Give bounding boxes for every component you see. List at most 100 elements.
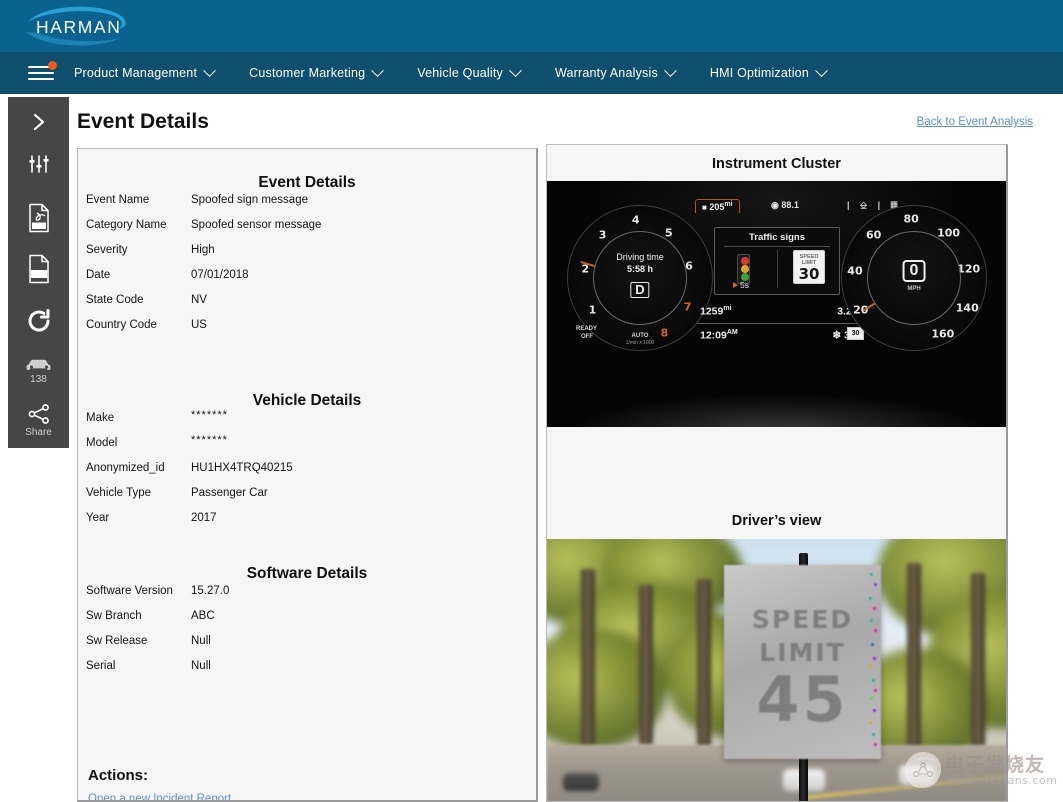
detail-row: Make ******* xyxy=(78,409,536,437)
software-details-heading: Software Details xyxy=(246,565,368,582)
detail-value: ******* xyxy=(191,409,228,421)
back-to-event-analysis-link[interactable]: Back to Event Analysis xyxy=(917,116,1033,128)
detail-value: US xyxy=(191,319,207,331)
rail-share-button[interactable]: Share xyxy=(8,397,69,444)
speed-unit: MPH xyxy=(907,286,921,292)
speed-limit-sign: SPEED LIMIT 45 xyxy=(724,565,881,759)
detail-value: Spoofed sensor message xyxy=(191,219,322,231)
nav-item-customer-marketing[interactable]: Customer Marketing xyxy=(249,63,385,80)
cluster-speed-limit-sign: SPEED LIMIT 30 xyxy=(793,250,825,284)
tach-num: 3 xyxy=(598,228,607,242)
detail-row: State Code NV xyxy=(78,294,536,319)
detail-row: Software Version 15.27.0 xyxy=(78,585,536,610)
rail-export-xlsx-button[interactable]: XLSX xyxy=(8,244,69,293)
detail-label: Date xyxy=(86,269,111,281)
speed-sign-value: 30 xyxy=(798,265,820,283)
nav-label: Product Management xyxy=(74,66,198,80)
detail-row: Year 2017 xyxy=(78,512,536,537)
detail-label: Make xyxy=(86,412,115,424)
main-navigation: Product Management Customer Marketing Ve… xyxy=(0,52,1063,94)
play-triangle-icon xyxy=(733,282,738,288)
off-label: OFF xyxy=(581,334,593,340)
auto-label: AUTO xyxy=(631,333,649,339)
gear-indicator: D xyxy=(630,282,650,298)
detail-value: NV xyxy=(191,294,207,306)
hamburger-menu-icon[interactable] xyxy=(28,61,57,82)
xlsx-file-icon: XLSX xyxy=(26,254,52,284)
detail-row: Sw Release Null xyxy=(78,635,536,660)
detail-row: Anonymized_id HU1HX4TRQ40215 xyxy=(78,462,536,487)
detail-row: Event Name Spoofed sign message xyxy=(78,194,536,219)
speedo-inner: 0 MPH xyxy=(867,231,961,325)
harman-logo[interactable]: HARMAN xyxy=(22,4,152,50)
rail-vehicle-count[interactable]: 138 xyxy=(8,348,69,393)
sign-line-1: SPEED xyxy=(751,605,854,634)
detail-value: Null xyxy=(191,660,211,672)
share-label: Share xyxy=(25,427,52,439)
detail-value: 15.27.0 xyxy=(191,585,230,597)
detail-label: Sw Branch xyxy=(86,610,142,622)
page-title: Event Details xyxy=(77,110,209,133)
instrument-cluster-image: ■ 205mi ◉ 88.1 | ⎒ | ▦ 1 2 3 4 5 6 7 8 D… xyxy=(547,181,1006,427)
detail-row: Model ******* xyxy=(78,434,536,462)
refresh-icon xyxy=(26,308,52,334)
pdf-file-icon: PDF xyxy=(26,203,52,233)
vehicle-details-heading: Vehicle Details xyxy=(252,392,362,409)
tool-rail: PDF XLSX 138 Share xyxy=(8,97,69,448)
detail-value: ******* xyxy=(191,434,228,446)
detail-label: State Code xyxy=(86,294,144,306)
detail-value: Null xyxy=(191,635,211,647)
svg-text:HARMAN: HARMAN xyxy=(36,17,121,37)
chevron-down-icon xyxy=(203,63,216,77)
driving-time-value: 5:58 h xyxy=(626,264,654,274)
detail-value: HU1HX4TRQ40215 xyxy=(191,462,293,474)
nav-item-vehicle-quality[interactable]: Vehicle Quality xyxy=(417,63,522,80)
odometer: 1259mi xyxy=(700,305,732,318)
chevron-right-icon xyxy=(29,112,49,132)
range-unit: mi xyxy=(724,201,733,208)
nav-item-warranty-analysis[interactable]: Warranty Analysis xyxy=(554,63,677,80)
ready-label: READY xyxy=(576,326,598,332)
rail-expand-button[interactable] xyxy=(8,103,69,140)
detail-row: Category Name Spoofed sensor message xyxy=(78,219,536,244)
chevron-down-icon xyxy=(664,63,677,77)
detail-row: Date 07/01/2018 xyxy=(78,269,536,294)
nav-label: Warranty Analysis xyxy=(554,66,658,80)
detail-label: Year xyxy=(86,512,110,524)
media-panel: Instrument Cluster ■ 205mi ◉ 88.1 | ⎒ | … xyxy=(546,144,1008,802)
open-incident-report-link[interactable]: Open a new Incident Report xyxy=(78,793,536,800)
svg-text:PDF: PDF xyxy=(34,223,44,229)
adversarial-noise-dots xyxy=(868,571,878,751)
detail-label: Serial xyxy=(86,660,116,672)
speedo-num: 40 xyxy=(847,264,863,278)
detail-value: 2017 xyxy=(191,512,217,524)
detail-label: Software Version xyxy=(86,585,173,597)
nav-item-product-management[interactable]: Product Management xyxy=(74,63,216,80)
detail-label: Sw Release xyxy=(86,635,148,647)
speedo-num: 160 xyxy=(931,327,955,341)
rail-export-pdf-button[interactable]: PDF xyxy=(8,195,69,240)
detail-label: Model xyxy=(86,437,118,449)
tach-num: 7 xyxy=(683,300,692,314)
instrument-cluster-heading: Instrument Cluster xyxy=(712,156,841,172)
car-icon xyxy=(24,356,54,372)
actions-heading: Actions: xyxy=(88,767,148,784)
event-details-heading: Event Details xyxy=(258,174,356,191)
cluster-trip-row: 1259mi 3.2mi xyxy=(700,305,860,318)
tach-num: 5 xyxy=(664,226,673,240)
nav-label: Vehicle Quality xyxy=(417,66,503,80)
detail-value: Passenger Car xyxy=(191,487,268,499)
detail-label: Severity xyxy=(86,244,128,256)
center-display-title: Traffic signs xyxy=(749,232,805,243)
detail-value: Spoofed sign message xyxy=(191,194,308,206)
tach-inner: Driving time 5:58 h D xyxy=(593,231,687,325)
rail-filter-button[interactable] xyxy=(8,144,69,183)
detail-label: Country Code xyxy=(86,319,157,331)
nav-label: HMI Optimization xyxy=(709,66,809,80)
cluster-clock-row: 12:09AM ❄ 37F xyxy=(700,329,860,342)
speedo-num: 140 xyxy=(955,301,979,315)
nav-item-hmi-optimization[interactable]: HMI Optimization xyxy=(709,63,828,80)
detail-row: Vehicle Type Passenger Car xyxy=(78,487,536,512)
detail-label: Anonymized_id xyxy=(86,462,165,474)
rail-refresh-button[interactable] xyxy=(8,297,69,344)
